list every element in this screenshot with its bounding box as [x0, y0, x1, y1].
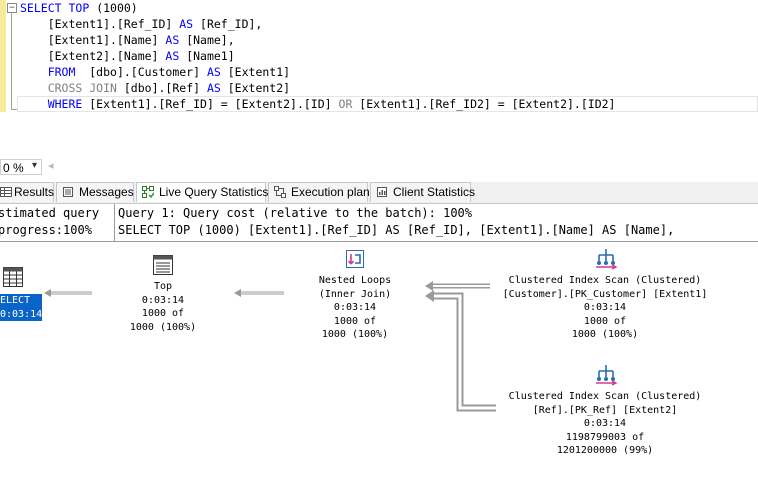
code-line[interactable]: WHERE [Extent1].[Ref_ID] = [Extent2].[ID…	[20, 96, 616, 112]
code-token: [Name1]	[179, 49, 235, 63]
code-token: AS	[165, 49, 180, 63]
code-token: [Ref_ID],	[193, 17, 263, 31]
query-sql-text: SELECT TOP (1000) [Extent1].[Ref_ID] AS …	[118, 223, 675, 237]
results-tab-bar: Results Messages Live Query Statistics E…	[0, 182, 758, 204]
execution-plan-icon	[274, 186, 286, 198]
code-line[interactable]: [Extent1].[Ref_ID] AS [Ref_ID],	[20, 16, 263, 32]
query-cost-strip: stimated query progress:100% Query 1: Qu…	[0, 204, 758, 242]
code-token: AS	[206, 65, 221, 79]
code-token: AS	[165, 33, 180, 47]
tab-messages-label: Messages	[79, 185, 134, 199]
scan1-rows: 1000 of	[583, 315, 627, 327]
tab-client-statistics[interactable]: Client Statistics	[370, 182, 475, 202]
scan1-name: Clustered Index Scan (Clustered)	[508, 275, 702, 286]
code-token: (1000)	[89, 1, 138, 15]
code-token: FROM	[47, 65, 76, 79]
progress-text: progress:100%	[0, 223, 92, 237]
code-token: CROSS JOIN	[47, 81, 117, 95]
zoom-select[interactable]: 0 % ▾	[0, 159, 42, 175]
tab-execution-plan[interactable]: Execution plan	[268, 182, 370, 202]
client-stats-icon	[377, 187, 387, 197]
arrow-top-to-select	[44, 289, 92, 297]
code-token: [Extent1]	[220, 65, 291, 79]
scan2-rows: 1198799003 of	[565, 431, 645, 443]
top-rows-estimate: 1000 (100%)	[129, 321, 197, 333]
tab-client-statistics-label: Client Statistics	[393, 185, 476, 199]
code-token: SELECT	[20, 1, 62, 15]
grid-icon	[0, 187, 12, 197]
scan1-object: [Customer].[PK_Customer] [Extent1]	[502, 288, 708, 300]
live-stats-icon	[142, 186, 154, 198]
code-token: [Extent1].[Ref_ID] = [Extent2].[ID]	[82, 97, 339, 111]
top-time: 0:03:14	[141, 294, 185, 306]
top-operator-label: Top 0:03:14 1000 of 1000 (100%)	[113, 280, 213, 334]
top-operator-icon[interactable]	[152, 254, 174, 276]
top-name: Top	[153, 281, 173, 292]
code-token: [dbo].[Customer]	[75, 65, 207, 79]
code-token: WHERE	[47, 97, 83, 111]
tab-messages[interactable]: Messages	[56, 182, 134, 202]
nested-rows: 1000 of	[333, 315, 377, 327]
clustered-index-scan-icon[interactable]	[594, 246, 618, 270]
code-token: [Extent2].[Name]	[20, 49, 166, 63]
nested-name: Nested Loops	[318, 275, 392, 286]
zoom-value: 0 %	[3, 161, 24, 175]
nested-loops-icon[interactable]	[343, 247, 367, 271]
code-line[interactable]: CROSS JOIN [dbo].[Ref] AS [Extent2]	[20, 80, 290, 96]
nested-rows-estimate: 1000 (100%)	[321, 329, 389, 340]
tab-execution-plan-label: Execution plan	[291, 185, 370, 199]
code-token: OR	[338, 97, 353, 111]
select-operator-label[interactable]: ELECT 0:03:14	[0, 294, 43, 321]
scan2-rows-estimate: 1201200000 (99%)	[556, 445, 654, 456]
chevron-down-icon: ▾	[32, 160, 38, 171]
code-line[interactable]: FROM [dbo].[Customer] AS [Extent1]	[20, 64, 290, 80]
clustered-scan-ref-label: Clustered Index Scan (Clustered) [Ref].[P…	[465, 390, 745, 458]
code-token: AS	[206, 81, 221, 95]
fold-line	[11, 13, 12, 110]
scan1-time: 0:03:14	[583, 302, 627, 313]
code-token: [Extent1].[Name]	[20, 33, 166, 47]
code-token: [Extent2]	[220, 81, 291, 95]
code-token: TOP	[68, 1, 90, 15]
code-token: [Extent1].[Ref_ID2] = [Extent2].[ID2]	[352, 97, 616, 111]
query-cost-text: Query 1: Query cost (relative to the bat…	[118, 206, 473, 220]
clustered-index-scan-icon[interactable]	[594, 362, 618, 386]
scan1-rows-estimate: 1000 (100%)	[571, 329, 639, 340]
scan2-name: Clustered Index Scan (Clustered)	[508, 391, 702, 402]
select-time: 0:03:14	[0, 308, 43, 320]
code-line[interactable]: [Extent1].[Name] AS [Name],	[20, 32, 235, 48]
tab-results[interactable]: Results	[0, 182, 54, 202]
scan2-object: [Ref].[PK_Ref] [Extent2]	[532, 404, 678, 416]
scan2-time: 0:03:14	[583, 418, 627, 429]
zoom-bar: 0 % ▾ ◂	[0, 158, 758, 178]
arrow-nested-to-top	[234, 289, 284, 297]
query-editor[interactable]: − SELECT TOP (1000) [Extent1].[Ref_ID] A…	[0, 0, 758, 150]
change-gutter	[0, 0, 6, 112]
top-rows: 1000 of	[141, 308, 185, 319]
tab-live-query-statistics-label: Live Query Statistics	[159, 185, 269, 199]
progress-panel: stimated query progress:100%	[0, 204, 115, 241]
tab-live-query-statistics[interactable]: Live Query Statistics	[136, 182, 269, 202]
scroll-left-icon[interactable]: ◂	[48, 159, 54, 172]
select-operator-icon[interactable]	[2, 266, 24, 288]
estimated-query-text: stimated query	[0, 206, 100, 220]
code-line[interactable]: [Extent2].[Name] AS [Name1]	[20, 48, 235, 64]
execution-plan-canvas[interactable]: ELECT 0:03:14 Top 0:03:14 1000 of 1000 (100%…	[0, 242, 758, 485]
code-line[interactable]: SELECT TOP (1000)	[20, 0, 138, 16]
select-name: ELECT	[0, 295, 31, 306]
collapse-icon[interactable]: −	[7, 3, 17, 13]
nested-loops-label: Nested Loops (Inner Join) 0:03:14 1000 of 10…	[290, 274, 420, 342]
code-token: [Extent1].[Ref_ID]	[20, 17, 180, 31]
code-token: AS	[179, 17, 194, 31]
clustered-scan-customer-label: Clustered Index Scan (Clustered) [Custome…	[465, 274, 745, 342]
code-token: [Name],	[179, 33, 235, 47]
code-token: [dbo].[Ref]	[116, 81, 207, 95]
nested-time: 0:03:14	[333, 302, 377, 313]
nested-join-type: (Inner Join)	[318, 288, 392, 300]
tab-results-label: Results	[14, 185, 55, 199]
messages-icon	[63, 187, 73, 197]
